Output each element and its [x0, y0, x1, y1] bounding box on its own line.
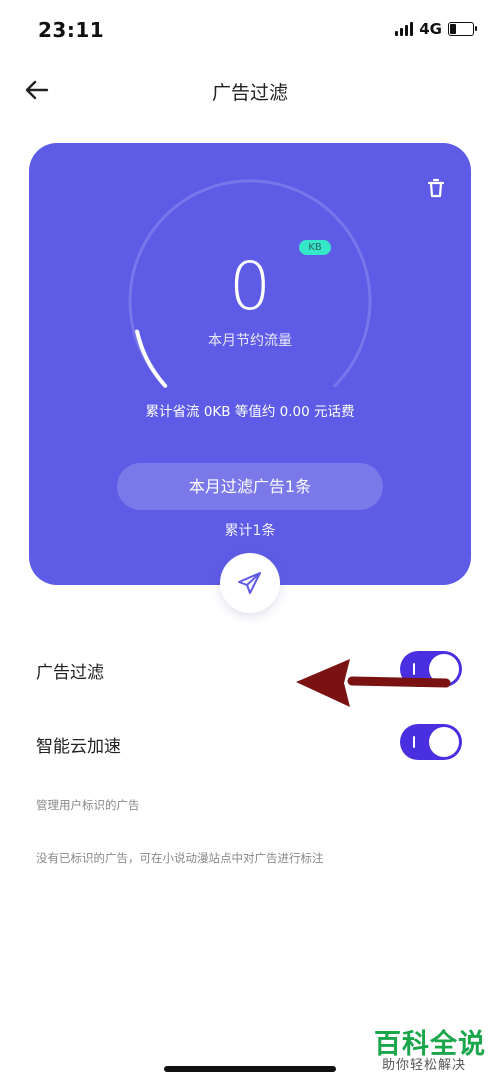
page-title: 广告过滤	[211, 82, 288, 104]
signal-icon	[395, 22, 414, 36]
network-type: 4G	[419, 20, 442, 38]
total-savings-info: 累计省流 0KB 等值约 0.00 元话费	[145, 404, 355, 420]
cloud-boost-label: 智能云加速	[36, 737, 121, 757]
battery-icon	[448, 22, 477, 36]
no-marked-ads-note: 没有已标识的广告，可在小说动漫站点中对广告进行标注	[36, 851, 324, 865]
monthly-filtered-ads-button[interactable]: 本月过滤广告1条	[117, 463, 383, 510]
home-indicator[interactable]	[164, 1066, 336, 1072]
trash-icon[interactable]	[425, 177, 447, 199]
manage-ads-note[interactable]: 管理用户标识的广告	[36, 797, 140, 813]
unit-badge: KB	[299, 240, 331, 255]
total-filtered-count: 累计1条	[224, 523, 276, 539]
annotation-arrow-icon	[296, 659, 451, 707]
paper-plane-icon	[238, 572, 261, 594]
status-indicators: 4G	[395, 20, 477, 38]
watermark-slogan: 助你轻松解决	[382, 1058, 467, 1073]
saved-traffic-label: 本月节约流量	[208, 333, 292, 349]
share-button[interactable]	[220, 553, 280, 613]
ad-filter-label: 广告过滤	[36, 663, 104, 683]
status-time: 23:11	[38, 18, 105, 42]
saved-traffic-value: 0	[229, 248, 271, 325]
cloud-boost-toggle[interactable]	[400, 724, 462, 760]
